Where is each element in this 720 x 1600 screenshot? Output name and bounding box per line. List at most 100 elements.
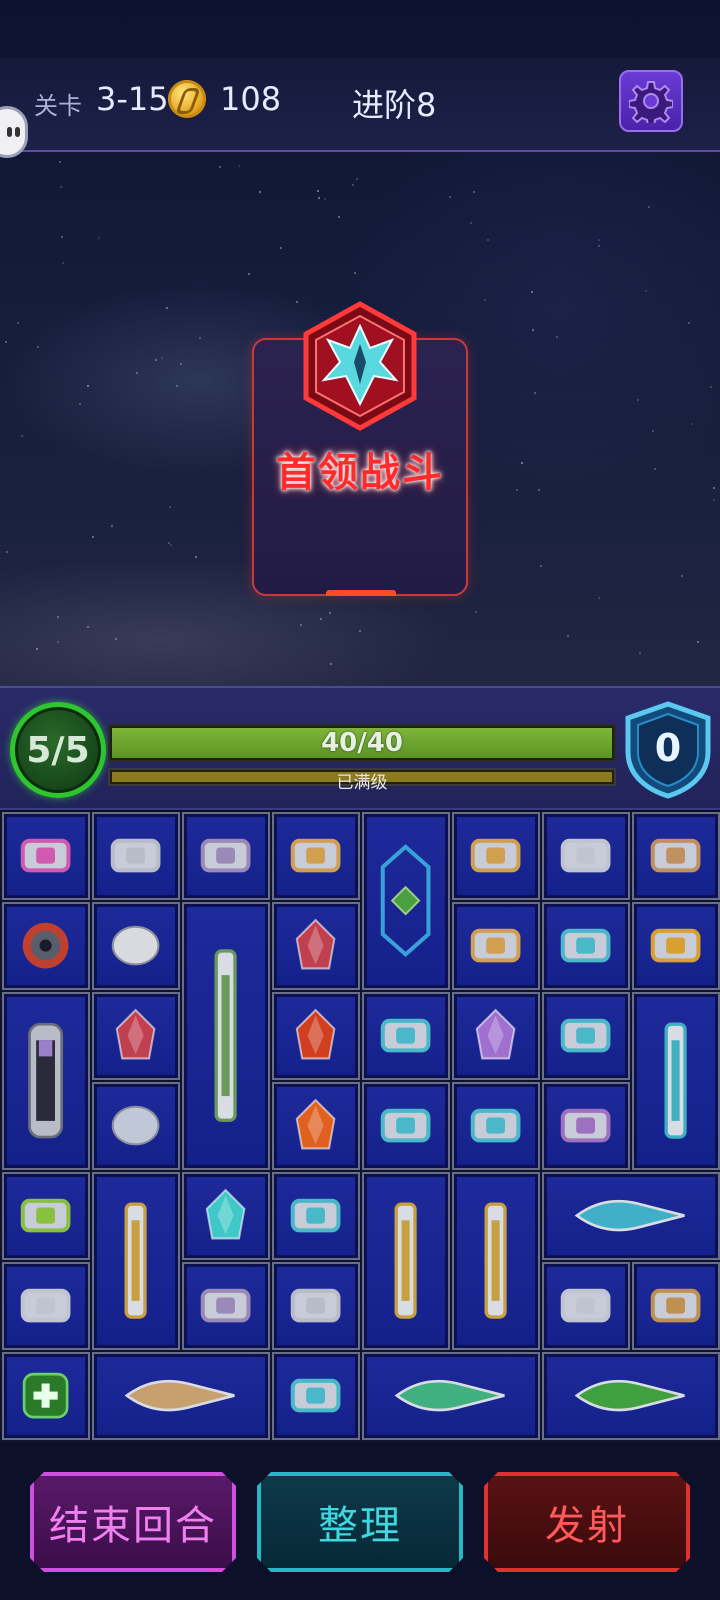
cannon-module[interactable]: [272, 1262, 360, 1350]
crystal-purple-module[interactable]: [452, 992, 540, 1080]
blade-module[interactable]: [362, 1172, 450, 1350]
bracket-module[interactable]: [542, 812, 630, 900]
cannon-module-icon: [291, 1289, 341, 1323]
medkit-module[interactable]: [2, 1352, 90, 1440]
engine-module[interactable]: [632, 812, 720, 900]
action-bar: 结束回合 整理 发射: [0, 1442, 720, 1600]
jet-module[interactable]: [542, 1172, 720, 1260]
dagger-ship-module-icon: [395, 1380, 506, 1412]
cannon-module[interactable]: [92, 812, 180, 900]
star: [5, 340, 8, 343]
wing-module-icon: [201, 1289, 251, 1323]
card-notch: [326, 590, 396, 596]
star: [56, 615, 59, 618]
bracket-module[interactable]: [2, 1262, 90, 1350]
amber-module[interactable]: [272, 1082, 360, 1170]
star: [136, 372, 139, 375]
missile-module-icon: [214, 949, 238, 1123]
crystal-red-module[interactable]: [272, 902, 360, 990]
capsule-module[interactable]: [2, 992, 90, 1170]
shield-value: 0: [654, 726, 682, 770]
level-value: 3-15: [96, 80, 169, 118]
wing-module-icon: [201, 839, 251, 873]
core-module-icon: [561, 1109, 611, 1143]
stone-module[interactable]: [92, 1082, 180, 1170]
star: [57, 640, 60, 643]
wing-module[interactable]: [182, 812, 270, 900]
green-ship-module[interactable]: [542, 1352, 720, 1440]
teal-armor-module[interactable]: [362, 1082, 450, 1170]
asteroid-module-icon: [112, 926, 160, 966]
star: [62, 261, 64, 264]
core-module[interactable]: [542, 902, 630, 990]
fire-button[interactable]: 发射: [484, 1472, 690, 1572]
star: [111, 524, 114, 527]
coin-count: 108: [220, 80, 282, 118]
star: [20, 434, 23, 437]
core-module[interactable]: [542, 1082, 630, 1170]
star: [169, 506, 172, 509]
teal-armor-module-icon: [381, 1109, 431, 1143]
teal-armor-module[interactable]: [452, 1082, 540, 1170]
teal-armor-module[interactable]: [272, 1172, 360, 1260]
star: [538, 489, 541, 492]
star: [645, 290, 648, 293]
star: [530, 291, 533, 294]
thruster-module-icon: [471, 839, 521, 873]
green-ship-module-icon: [575, 1380, 686, 1412]
crystal-red-module[interactable]: [92, 992, 180, 1080]
teal-armor-module[interactable]: [272, 1352, 360, 1440]
boss-emblem-icon: [303, 301, 417, 431]
star: [6, 550, 9, 553]
end-turn-button[interactable]: 结束回合: [30, 1472, 236, 1572]
dagger-ship-module[interactable]: [362, 1352, 540, 1440]
star: [114, 637, 117, 640]
thruster-module[interactable]: [452, 812, 540, 900]
blade-module[interactable]: [452, 1172, 540, 1350]
core-module[interactable]: [542, 992, 630, 1080]
golden-ship-module[interactable]: [632, 902, 720, 990]
claw-module-icon: [651, 1289, 701, 1323]
sort-button[interactable]: 整理: [257, 1472, 463, 1572]
thruster-module[interactable]: [272, 812, 360, 900]
serpent-module[interactable]: [92, 1352, 270, 1440]
settings-button[interactable]: [619, 70, 683, 132]
teal-armor-module-icon: [291, 1379, 341, 1413]
ice-crystal-module[interactable]: [182, 1172, 270, 1260]
ice-crystal-module-icon: [206, 1189, 246, 1240]
teal-armor-module-icon: [381, 1019, 431, 1053]
pink-module[interactable]: [2, 812, 90, 900]
inventory-grid: [0, 812, 720, 1442]
green-armor-module[interactable]: [2, 1172, 90, 1260]
teal-armor-module-icon: [291, 1199, 341, 1233]
star: [697, 641, 700, 644]
fighter-module[interactable]: [632, 992, 720, 1170]
bracket-module[interactable]: [542, 1262, 630, 1350]
star: [258, 190, 261, 193]
top-bar: 关卡 3-15 108 进阶8: [0, 58, 720, 152]
star: [78, 403, 81, 406]
claw-module[interactable]: [632, 1262, 720, 1350]
blade-module[interactable]: [92, 1172, 180, 1350]
engine-module-icon: [651, 839, 701, 873]
star: [280, 247, 283, 250]
capsule-module-icon: [28, 1023, 64, 1139]
medkit-module-icon: [23, 1373, 69, 1419]
core-module-icon: [561, 1019, 611, 1053]
star: [351, 183, 354, 186]
gem-module[interactable]: [272, 992, 360, 1080]
bracket-module-icon: [21, 1289, 71, 1323]
star: [355, 177, 358, 180]
thruster-module[interactable]: [452, 902, 540, 990]
missile-module[interactable]: [182, 902, 270, 1170]
star: [59, 186, 62, 189]
star: [598, 596, 601, 599]
asteroid-module[interactable]: [92, 902, 180, 990]
wing-module[interactable]: [182, 1262, 270, 1350]
star: [712, 486, 715, 489]
thruster-module-icon: [471, 929, 521, 963]
gear-turret-module[interactable]: [2, 902, 90, 990]
hex-armor-module[interactable]: [362, 812, 450, 990]
teal-armor-module[interactable]: [362, 992, 450, 1080]
star: [354, 271, 357, 274]
